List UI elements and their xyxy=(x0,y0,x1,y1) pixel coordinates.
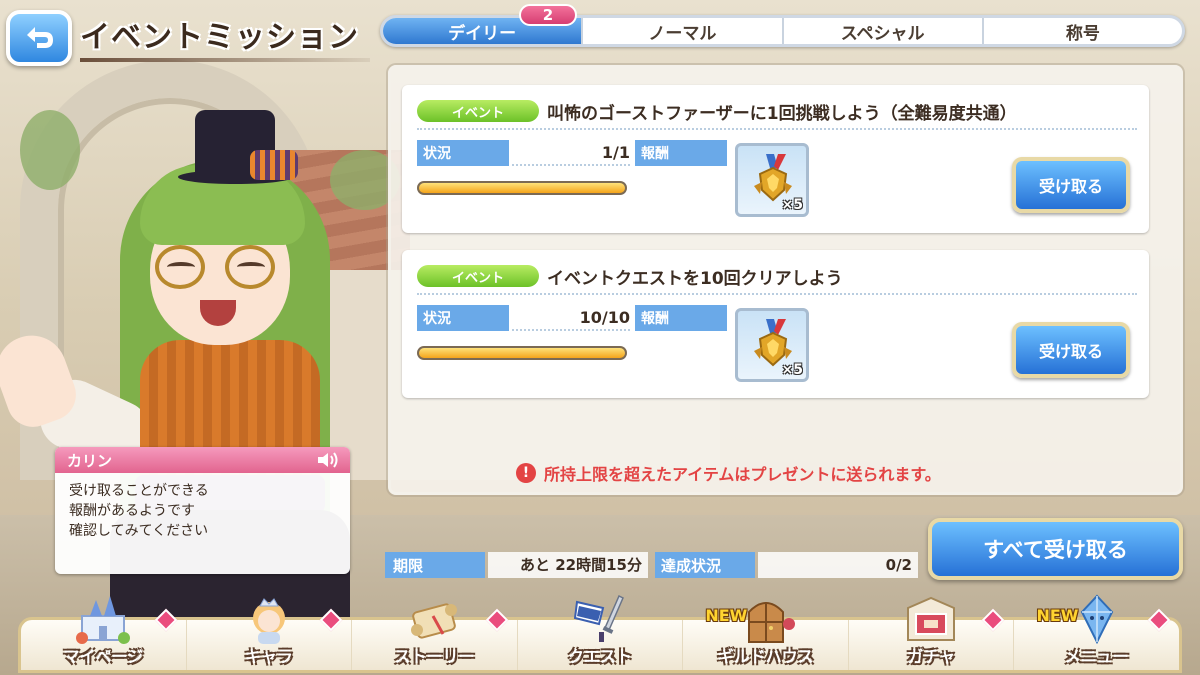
dialogue-box[interactable]: カリン 受け取ることができる 報酬があるようです 確認してみてください xyxy=(55,447,350,574)
progress-text: 10/10 xyxy=(512,305,630,331)
warning-message: ! 所持上限を超えたアイテムはプレゼントに送られます。 xyxy=(516,461,941,485)
reward-label: 報酬 xyxy=(635,305,727,331)
progress-bar-fill xyxy=(419,348,625,358)
tab-badge-count: 2 xyxy=(519,4,577,26)
deadline-label: 期限 xyxy=(385,552,485,578)
nav-label: キャラ xyxy=(244,647,293,666)
back-button[interactable] xyxy=(6,10,72,66)
progress-text: 1/1 xyxy=(512,140,630,166)
nav-character[interactable]: キャラ xyxy=(187,598,353,670)
speaker-name: カリン xyxy=(67,451,113,470)
mission-title: イベントクエストを10回クリアしよう xyxy=(547,269,843,289)
tab-normal[interactable]: ノーマル xyxy=(583,18,784,44)
claim-button[interactable]: 受け取る xyxy=(1012,157,1130,213)
page-title: イベントミッション xyxy=(80,20,359,55)
castle-icon xyxy=(76,596,131,644)
dialogue-line: 報酬があるようです xyxy=(69,503,195,519)
bottom-nav: マイページ キャラ ストーリー クエスト NEW ギルドハウス ガチャ NEW … xyxy=(18,594,1182,673)
reward-item[interactable]: ×5 xyxy=(735,308,809,382)
new-badge: NEW xyxy=(705,606,748,625)
nav-guildhouse[interactable]: NEW ギルドハウス xyxy=(683,602,849,670)
sword-flag-icon xyxy=(573,594,624,642)
title-underline xyxy=(80,58,370,62)
tab-special[interactable]: スペシャル xyxy=(784,18,984,44)
achievement-label: 達成状況 xyxy=(655,552,755,578)
achievement-value: 0/2 xyxy=(758,552,918,578)
dialogue-line: 確認してみてください xyxy=(69,523,209,539)
reward-quantity: ×5 xyxy=(781,362,803,378)
mission-panel: イベント 叫怖のゴーストファーザーに1回挑戦しよう（全難易度共通） 状況 1/1… xyxy=(388,65,1183,495)
nav-label: ギルドハウス xyxy=(717,647,814,666)
mission-title: 叫怖のゴーストファーザーに1回挑戦しよう（全難易度共通） xyxy=(547,104,1017,124)
speaker-bar: カリン xyxy=(55,447,350,473)
nav-label: マイページ xyxy=(63,647,144,666)
mission-card: イベント 叫怖のゴーストファーザーに1回挑戦しよう（全難易度共通） 状況 1/1… xyxy=(402,85,1149,233)
character-icon xyxy=(252,598,285,644)
nav-label: クエスト xyxy=(568,647,633,666)
mission-card: イベント イベントクエストを10回クリアしよう 状況 10/10 報酬 ×5 受… xyxy=(402,250,1149,398)
back-arrow-icon xyxy=(27,27,53,48)
scroll-icon xyxy=(411,603,458,639)
status-label: 状況 xyxy=(417,305,509,331)
warning-text: 所持上限を超えたアイテムはプレゼントに送られます。 xyxy=(544,465,941,484)
nav-story[interactable]: ストーリー xyxy=(352,603,518,670)
tab-title[interactable]: 称号 xyxy=(984,18,1182,44)
event-tag: イベント xyxy=(417,265,539,287)
progress-bar xyxy=(417,346,627,360)
nav-gacha[interactable]: ガチャ xyxy=(849,596,1015,670)
nav-mypage[interactable]: マイページ xyxy=(21,596,187,670)
nav-menu[interactable]: NEW メニュー xyxy=(1014,594,1179,670)
event-tag: イベント xyxy=(417,100,539,122)
nav-label: ストーリー xyxy=(394,647,475,666)
reward-quantity: ×5 xyxy=(781,197,803,213)
reward-item[interactable]: ×5 xyxy=(735,143,809,217)
progress-bar xyxy=(417,181,627,195)
deadline-value: あと 22時間15分 xyxy=(488,552,648,578)
progress-bar-fill xyxy=(419,183,625,193)
nav-label: メニュー xyxy=(1064,647,1129,666)
reward-label: 報酬 xyxy=(635,140,727,166)
nav-label: ガチャ xyxy=(907,647,956,666)
mission-tabs: デイリー ノーマル スペシャル 称号 xyxy=(380,15,1185,47)
claim-button[interactable]: 受け取る xyxy=(1012,322,1130,378)
nav-quest[interactable]: クエスト xyxy=(518,594,684,670)
gacha-icon xyxy=(907,596,956,641)
dialogue-line: 受け取ることができる xyxy=(69,483,209,499)
voice-icon[interactable] xyxy=(316,451,340,469)
hat-bow xyxy=(250,150,298,180)
claim-all-button[interactable]: すべて受け取る xyxy=(928,518,1183,580)
alert-icon: ! xyxy=(516,463,536,483)
status-label: 状況 xyxy=(417,140,509,166)
new-badge: NEW xyxy=(1036,606,1079,625)
